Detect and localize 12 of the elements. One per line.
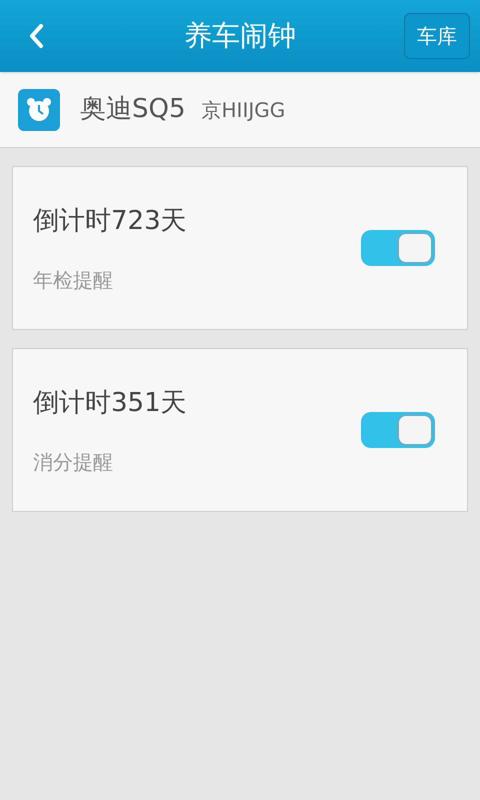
reminder-label: 消分提醒 <box>33 448 114 476</box>
countdown-text: 倒计时351天 <box>33 386 188 420</box>
car-name: 奥迪SQ5 <box>80 93 186 126</box>
alarm-clock-icon <box>18 88 60 130</box>
toggle-switch[interactable] <box>361 230 435 266</box>
garage-button[interactable]: 车库 <box>404 13 470 59</box>
countdown-text: 倒计时723天 <box>33 204 188 238</box>
reminder-label: 年检提醒 <box>33 266 114 294</box>
toggle-switch[interactable] <box>361 412 435 448</box>
back-icon <box>27 23 45 49</box>
license-plate: 京HIIJGG <box>202 97 286 124</box>
header-title: 养车闹钟 <box>184 18 296 54</box>
